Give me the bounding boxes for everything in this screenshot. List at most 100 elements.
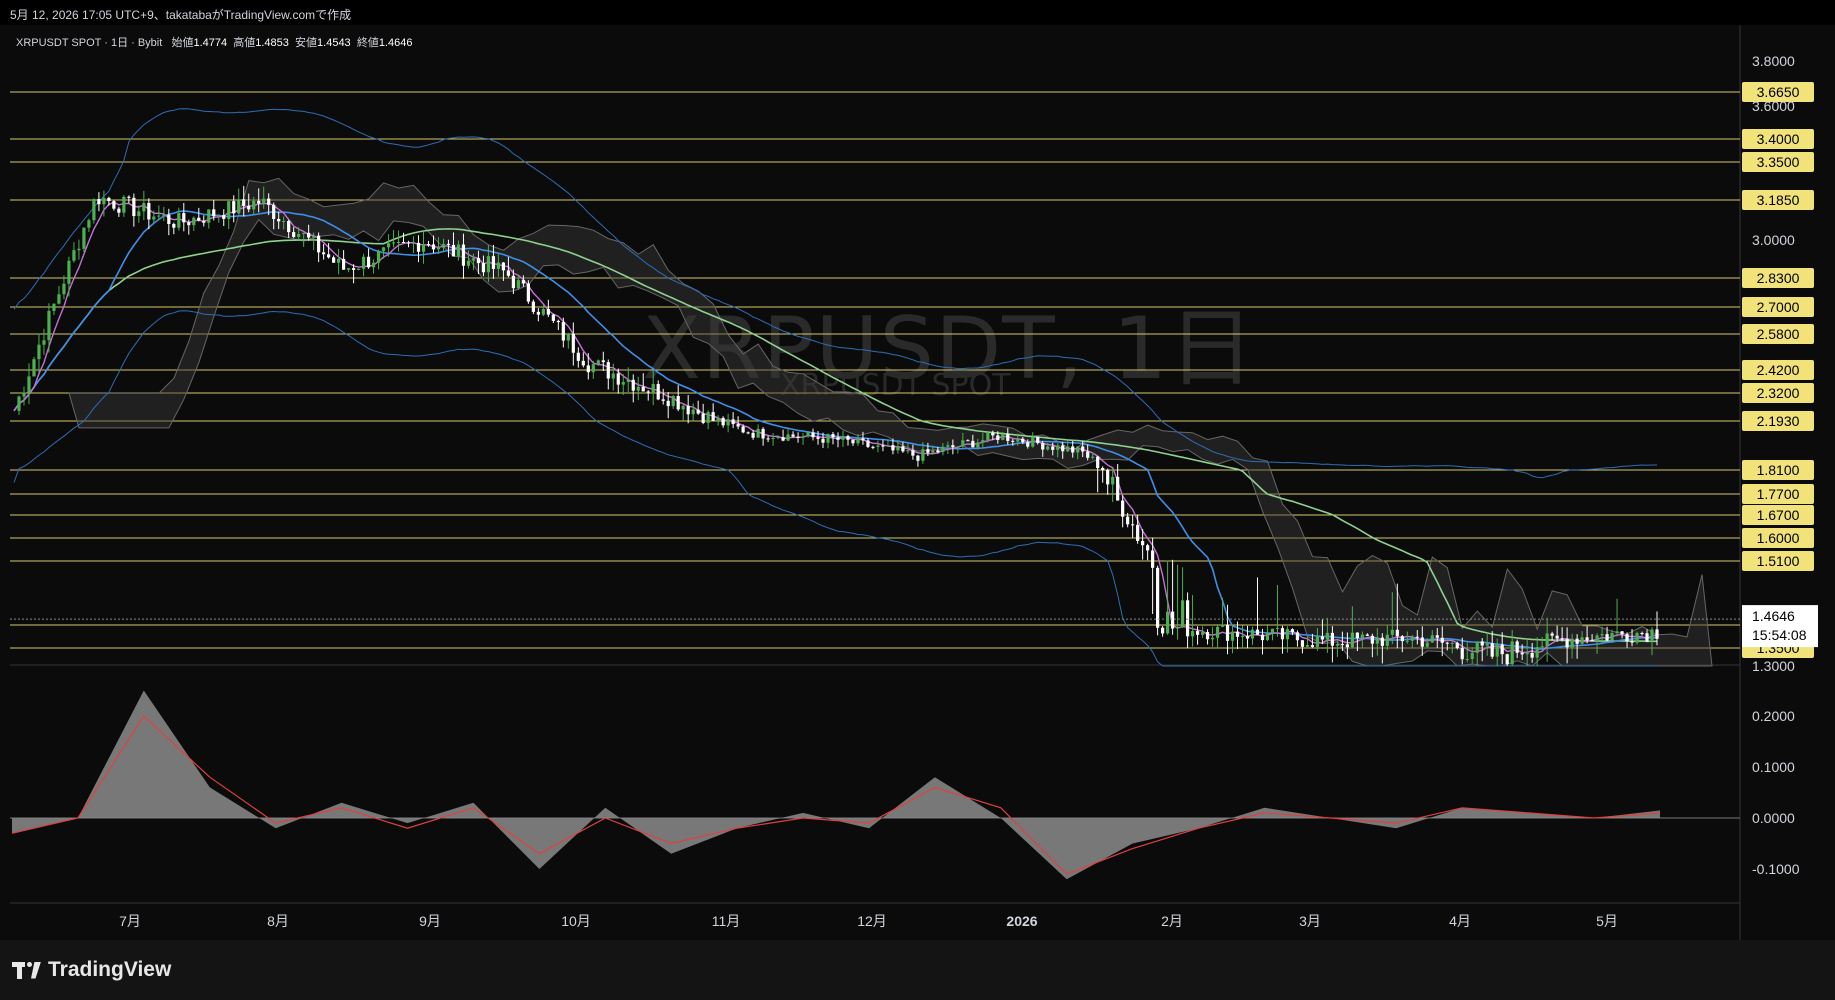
ma-mid-line	[13, 210, 1657, 650]
candle-body	[1290, 629, 1295, 633]
level-label-text: 1.7700	[1757, 486, 1800, 502]
candle-body	[821, 438, 825, 443]
candle	[22, 386, 26, 406]
candle	[1295, 630, 1300, 647]
candle-body	[516, 280, 520, 289]
candle-body	[82, 227, 86, 249]
level-label-3: 3.1850	[1742, 190, 1814, 210]
candle-body	[386, 243, 391, 248]
candle-body	[1365, 634, 1369, 636]
candle	[376, 249, 381, 270]
candle-body	[786, 434, 790, 441]
candle	[172, 222, 176, 235]
tradingview-logo[interactable]: TradingView	[12, 958, 171, 982]
candle-body	[931, 450, 935, 453]
candle-body	[1245, 635, 1250, 639]
candle	[17, 395, 21, 415]
candle-body	[366, 256, 371, 268]
candle-body	[721, 417, 725, 426]
candle-body	[1335, 644, 1339, 646]
candle	[771, 432, 775, 446]
candle	[132, 193, 136, 227]
candle	[851, 439, 855, 446]
candle-body	[861, 438, 865, 441]
candle-body	[601, 360, 605, 363]
candle-body	[446, 243, 451, 245]
time-tick-label: 5月	[1596, 913, 1618, 929]
candle-body	[1330, 632, 1334, 646]
candle	[411, 236, 416, 254]
candle	[711, 403, 715, 421]
candle	[97, 192, 101, 212]
candle	[701, 403, 705, 425]
candle-body	[1116, 476, 1120, 501]
price-tick-label: 3.8000	[1752, 53, 1795, 69]
candle-body	[1495, 644, 1499, 657]
candle-body	[32, 359, 36, 377]
candle-body	[152, 216, 156, 220]
candle-body	[327, 254, 331, 258]
candle-body	[1530, 652, 1534, 658]
candle	[1230, 625, 1235, 654]
candle	[846, 434, 850, 446]
candle	[112, 199, 116, 211]
legend-symbol: XRPUSDT SPOT · 1日 · Bybit	[16, 37, 163, 49]
candle-body	[611, 373, 615, 379]
candle	[1270, 628, 1275, 641]
candle-body	[202, 220, 206, 223]
candle	[401, 232, 406, 244]
candle-body	[1320, 636, 1325, 640]
candle-body	[1615, 631, 1619, 634]
candle-body	[371, 262, 376, 268]
candle-body	[716, 417, 720, 421]
level-label-text: 1.5100	[1757, 553, 1800, 569]
candle-body	[1215, 626, 1220, 638]
candle-body	[996, 435, 1000, 440]
candle-body	[896, 446, 900, 451]
candle-body	[1515, 641, 1519, 653]
candle	[37, 333, 41, 373]
candle-body	[107, 197, 111, 202]
candle-body	[187, 222, 191, 226]
candle-body	[361, 256, 366, 269]
candle-body	[42, 340, 46, 345]
candle	[841, 430, 845, 447]
footer-bar	[0, 940, 1835, 1000]
candle-body	[1570, 638, 1574, 648]
candle-body	[1505, 654, 1509, 665]
candle	[62, 275, 66, 300]
candle	[1285, 626, 1290, 653]
price-tick-label: 1.3000	[1752, 658, 1795, 674]
candle	[876, 440, 880, 453]
candle-body	[561, 322, 565, 341]
candle	[761, 427, 765, 446]
candle-body	[1121, 500, 1125, 517]
candle-body	[167, 214, 171, 224]
candle-body	[1430, 635, 1434, 643]
candle-body	[1575, 638, 1579, 644]
candle-body	[791, 434, 795, 437]
candle-body	[87, 220, 91, 228]
candle	[317, 232, 321, 263]
candle	[656, 380, 660, 401]
time-tick-label: 2026	[1006, 913, 1037, 929]
candle-body	[1195, 631, 1200, 635]
candle-body	[416, 242, 421, 252]
candle-body	[1031, 436, 1035, 447]
candle-body	[1585, 637, 1589, 641]
candle-body	[1006, 434, 1010, 441]
candle	[1190, 595, 1195, 647]
price-chart[interactable]: 3.66503.40003.35003.18502.83002.70002.58…	[0, 0, 1835, 1000]
candle	[396, 230, 401, 252]
candle-body	[696, 409, 700, 414]
candle-body	[456, 244, 461, 257]
candle-body	[1555, 635, 1559, 639]
candle-body	[1185, 600, 1190, 637]
candle-body	[1650, 629, 1654, 642]
candle	[137, 205, 141, 223]
candle-body	[621, 382, 625, 385]
macd-histogram-area	[12, 690, 1660, 880]
level-label-text: 3.3500	[1757, 154, 1800, 170]
candle	[232, 195, 236, 223]
candle-body	[926, 449, 930, 453]
